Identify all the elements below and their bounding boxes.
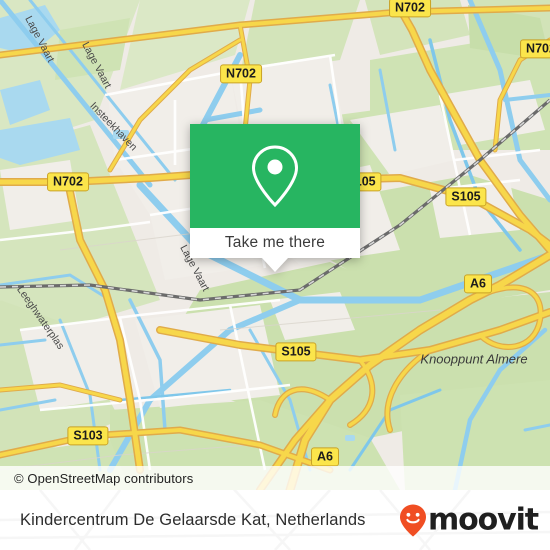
road-shield: A6 [311,447,339,467]
take-me-there-button[interactable]: Take me there [190,228,360,258]
location-pin-icon [251,145,299,208]
moovit-smiley-pin-icon [399,504,426,536]
osm-attribution-text: © OpenStreetMap contributors [14,470,194,486]
road-shield: S105 [445,187,487,207]
footer-bar: Kindercentrum De Gelaarsde Kat, Netherla… [0,490,550,550]
osm-attribution[interactable]: © OpenStreetMap contributors [0,466,550,490]
popup-pointer-tail [262,258,288,272]
road-shield: S105 [275,342,317,362]
road-shield: N702 [389,0,431,18]
location-popup-card[interactable]: Take me there [190,124,360,272]
map-page: N702N702N702N702S105S105A6S105S103A6 Kno… [0,0,550,550]
popup-image-area [190,124,360,228]
moovit-logo[interactable]: moovit [399,502,539,538]
road-shield: N702 [220,64,262,84]
road-shield: N702 [47,172,89,192]
road-shield: N702 [520,39,550,59]
take-me-there-label: Take me there [224,234,326,251]
place-label: Knooppunt Almere [420,351,528,367]
location-title: Kindercentrum De Gelaarsde Kat, Netherla… [20,510,366,529]
road-shield: S103 [67,426,109,446]
moovit-wordmark: moovit [427,502,539,538]
road-shield: A6 [464,274,492,294]
